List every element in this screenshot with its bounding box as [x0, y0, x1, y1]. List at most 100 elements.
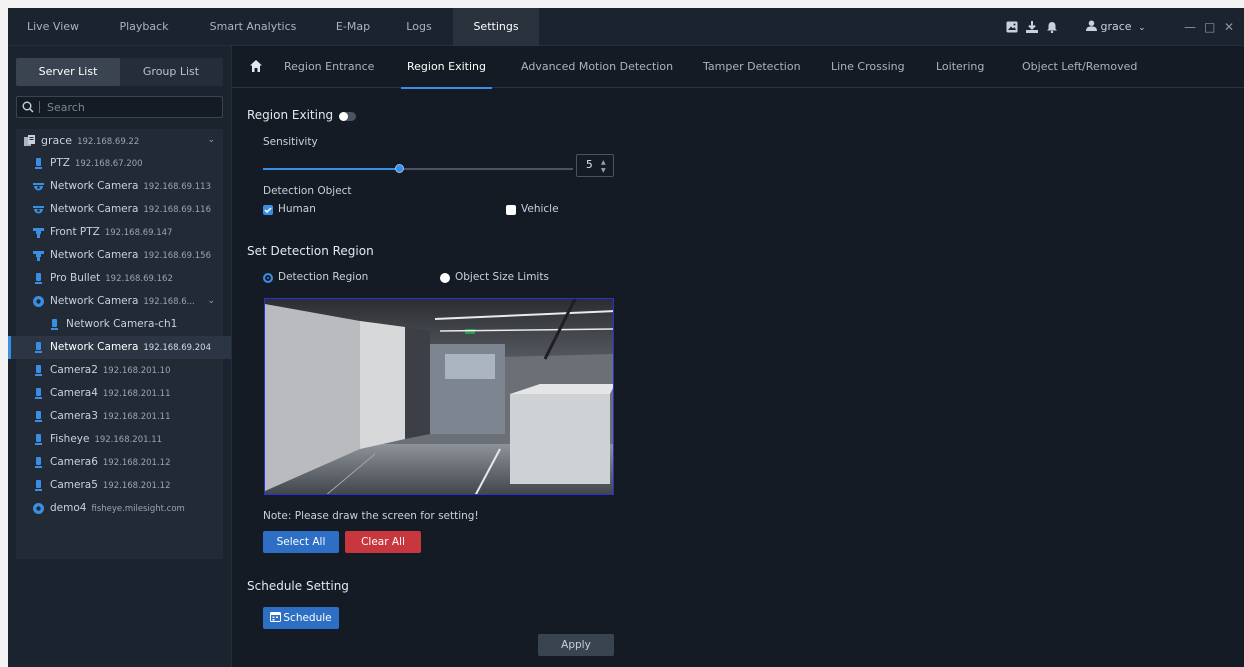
schedule-setting-heading: Schedule Setting	[247, 579, 349, 593]
device-row[interactable]: Network Camera 192.168.69.156	[16, 244, 223, 267]
search-icon	[22, 101, 34, 113]
device-row[interactable]: Fisheye 192.168.201.11	[16, 428, 223, 451]
device-row[interactable]: grace 192.168.69.22 ⌄	[16, 129, 223, 152]
device-name: Camera5 192.168.201.12	[50, 479, 171, 491]
device-row[interactable]: demo4 fisheye.milesight.com	[16, 497, 223, 520]
device-row[interactable]: Network Camera-ch1	[16, 313, 223, 336]
search-box	[16, 96, 223, 118]
device-name: Network Camera 192.168.69.116	[50, 203, 211, 215]
chevron-up-icon[interactable]: ▲	[601, 159, 606, 166]
ptz-camera-icon	[33, 228, 44, 238]
close-button[interactable]: ✕	[1224, 8, 1234, 46]
check-icon	[264, 207, 272, 214]
device-row[interactable]: PTZ 192.168.67.200	[16, 152, 223, 175]
tab-settings[interactable]: Settings	[453, 8, 539, 46]
slider-handle[interactable]	[395, 164, 405, 173]
device-name: Camera4 192.168.201.11	[50, 387, 171, 399]
maximize-button[interactable]: □	[1204, 8, 1215, 46]
slider-fill	[263, 168, 400, 170]
tab-e-map[interactable]: E-Map	[321, 8, 385, 46]
apply-button[interactable]: Apply	[538, 634, 614, 656]
download-icon[interactable]	[1026, 21, 1038, 33]
chevron-down-icon[interactable]: ▼	[601, 167, 606, 174]
image-icon[interactable]	[1006, 21, 1018, 33]
app-window: Live View Playback Smart Analytics E-Map…	[8, 8, 1244, 667]
sidebar-tabs: Server List Group List	[16, 58, 223, 86]
subtab-advanced-motion-detection[interactable]: Advanced Motion Detection	[521, 46, 673, 88]
device-row-selected[interactable]: Network Camera 192.168.69.204	[8, 336, 231, 359]
search-input[interactable]	[47, 97, 217, 117]
device-row[interactable]: Front PTZ 192.168.69.147	[16, 221, 223, 244]
select-all-button[interactable]: Select All	[263, 531, 339, 553]
chevron-down-icon: ⌄	[1138, 23, 1146, 33]
subtab-tamper-detection[interactable]: Tamper Detection	[703, 46, 801, 88]
human-label: Human	[278, 203, 316, 215]
search-divider	[39, 101, 40, 113]
region-exiting-toggle[interactable]	[339, 112, 356, 121]
region-exiting-heading: Region Exiting	[247, 108, 334, 122]
tab-playback[interactable]: Playback	[108, 8, 180, 46]
clear-all-button[interactable]: Clear All	[345, 531, 421, 553]
subtab-line-crossing[interactable]: Line Crossing	[831, 46, 905, 88]
sensitivity-stepper[interactable]: 5 ▲ ▼	[576, 154, 614, 177]
sidebar: Server List Group List grace192.168.69.2…	[8, 46, 232, 667]
server-icon	[24, 135, 35, 146]
camera-snapshot	[265, 299, 613, 494]
detection-region-radio[interactable]	[263, 273, 273, 283]
bullet-camera-icon	[35, 365, 42, 376]
tab-group-list[interactable]: Group List	[119, 58, 223, 86]
device-row[interactable]: Camera5 192.168.201.12	[16, 474, 223, 497]
subtab-region-exiting[interactable]: Region Exiting	[401, 46, 492, 89]
ptz-camera-icon	[33, 251, 44, 261]
schedule-button[interactable]: Schedule	[263, 607, 339, 629]
human-checkbox[interactable]	[263, 205, 273, 215]
device-row[interactable]: Camera6 192.168.201.12	[16, 451, 223, 474]
device-row[interactable]: Network Camera 192.168.69.113	[16, 175, 223, 198]
chevron-down-icon[interactable]: ⌄	[207, 129, 215, 152]
device-tree: grace 192.168.69.22 ⌄ PTZ 192.168.67.200 N…	[8, 129, 231, 559]
detection-region-label: Detection Region	[278, 271, 369, 283]
device-row[interactable]: Camera2 192.168.201.10	[16, 359, 223, 382]
minimize-button[interactable]: —	[1184, 8, 1196, 46]
device-name: Network Camera 192.168.6...	[50, 295, 195, 307]
nvr-icon	[33, 296, 44, 307]
device-name: Network Camera 192.168.69.113	[50, 180, 211, 192]
tab-live-view[interactable]: Live View	[18, 8, 88, 46]
user-menu[interactable]: grace ⌄	[1086, 8, 1146, 46]
tab-server-list[interactable]: Server List	[16, 58, 120, 86]
user-name: grace	[1100, 20, 1132, 33]
dome-camera-icon	[33, 183, 44, 191]
sensitivity-slider[interactable]	[263, 164, 573, 173]
sensitivity-label: Sensitivity	[263, 136, 318, 148]
object-size-limits-label: Object Size Limits	[455, 271, 549, 283]
device-name: Network Camera 192.168.69.156	[50, 249, 211, 261]
user-icon	[1086, 20, 1097, 31]
object-size-limits-radio[interactable]	[440, 273, 450, 283]
device-row[interactable]: Camera4 192.168.201.11	[16, 382, 223, 405]
bullet-camera-icon	[35, 342, 42, 353]
device-row[interactable]: Network Camera 192.168.69.116	[16, 198, 223, 221]
device-row[interactable]: Network Camera 192.168.6... ⌄	[16, 290, 223, 313]
bullet-camera-icon	[51, 319, 58, 330]
chevron-down-icon[interactable]: ⌄	[207, 290, 215, 313]
bullet-camera-icon	[35, 273, 42, 284]
subtab-loitering[interactable]: Loitering	[936, 46, 984, 88]
subtab-object-left-removed[interactable]: Object Left/Removed	[1022, 46, 1137, 88]
tab-logs[interactable]: Logs	[398, 8, 440, 46]
tab-smart-analytics[interactable]: Smart Analytics	[198, 8, 308, 46]
dome-camera-icon	[33, 206, 44, 214]
device-name: Pro Bullet 192.168.69.162	[50, 272, 173, 284]
subtab-region-entrance[interactable]: Region Entrance	[284, 46, 374, 88]
camera-preview[interactable]	[264, 298, 614, 495]
device-name: Network Camera-ch1	[66, 318, 178, 330]
toggle-knob	[339, 112, 348, 121]
nvr-icon	[33, 503, 44, 514]
bell-icon[interactable]	[1046, 21, 1058, 33]
home-icon[interactable]	[249, 59, 263, 73]
device-row[interactable]: Camera3 192.168.201.11	[16, 405, 223, 428]
vehicle-checkbox[interactable]	[506, 205, 516, 215]
bullet-camera-icon	[35, 158, 42, 169]
set-detection-region-heading: Set Detection Region	[247, 244, 374, 258]
device-row[interactable]: Pro Bullet 192.168.69.162	[16, 267, 223, 290]
device-name: Camera3 192.168.201.11	[50, 410, 171, 422]
